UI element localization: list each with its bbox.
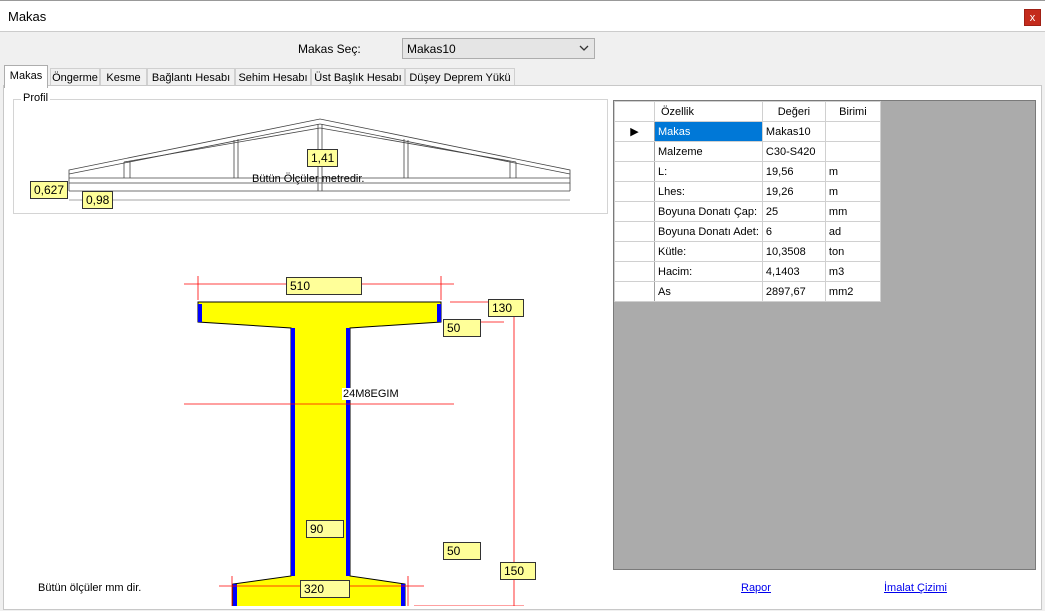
fabrication-drawing-link[interactable]: İmalat Çizimi	[884, 582, 947, 594]
section-bottom-taper-label: 50	[443, 542, 481, 560]
grid-header-unit[interactable]: Birimi	[824, 101, 881, 122]
grid-cell-unit[interactable]	[824, 121, 881, 142]
grid-cell-value[interactable]: 4,1403	[761, 261, 826, 282]
row-header	[614, 141, 655, 162]
truss-select-value: Makas10	[407, 42, 456, 56]
grid-cell-value[interactable]: 2897,67	[761, 281, 826, 302]
table-row[interactable]: Boyuna Donatı Çap: 25 mm	[614, 201, 881, 222]
profile-bottom-label: 0,98	[82, 191, 114, 209]
grid-cell-unit[interactable]: ad	[824, 221, 881, 242]
grid-cell-unit[interactable]: mm2	[824, 281, 881, 302]
table-row[interactable]: Boyuna Donatı Adet: 6 ad	[614, 221, 881, 242]
section-top-width-label: 510	[286, 277, 362, 295]
grid-cell-value[interactable]: 19,26	[761, 181, 826, 202]
row-header	[614, 181, 655, 202]
grid-cell-property[interactable]: Lhes:	[654, 181, 763, 202]
grid-cell-unit[interactable]: m	[824, 161, 881, 182]
window-title: Makas	[8, 9, 47, 24]
profile-top-height-label: 1,41	[307, 149, 339, 167]
grid-cell-value[interactable]: Makas10	[761, 121, 826, 142]
grid-cell-unit[interactable]	[824, 141, 881, 162]
grid-cell-value[interactable]: C30-S420	[761, 141, 826, 162]
grid-cell-unit[interactable]: m3	[824, 261, 881, 282]
grid-cell-property[interactable]: L:	[654, 161, 763, 182]
table-row[interactable]: Kütle: 10,3508 ton	[614, 241, 881, 262]
table-row[interactable]: ▶ Makas Makas10	[614, 121, 881, 142]
section-web-label: 90	[306, 520, 344, 538]
profile-units-note: Bütün Ölçüler metredir.	[252, 173, 365, 185]
profile-height-left-label: 0,627	[30, 181, 69, 199]
section-bottom-width-label: 320	[300, 580, 350, 598]
close-button[interactable]: x	[1024, 9, 1041, 26]
grid-cell-property[interactable]: Kütle:	[654, 241, 763, 262]
grid-cell-value[interactable]: 6	[761, 221, 826, 242]
row-header	[614, 221, 655, 242]
table-row[interactable]: L: 19,56 m	[614, 161, 881, 182]
row-header-corner	[614, 101, 655, 122]
profile-group: Profil 0,627 0,98 1,41 Bütün Ölçüler met…	[13, 92, 608, 214]
cross-section-drawing	[184, 276, 524, 606]
section-units-note: Bütün ölçüler mm dir.	[38, 582, 142, 594]
grid-cell-value[interactable]: 19,56	[761, 161, 826, 182]
row-header	[614, 281, 655, 302]
grid-header-row: Özellik Değeri Birimi	[614, 101, 881, 122]
grid-cell-property[interactable]: Boyuna Donatı Adet:	[654, 221, 763, 242]
row-header	[614, 261, 655, 282]
report-link[interactable]: Rapor	[741, 582, 771, 594]
row-header	[614, 201, 655, 222]
grid-cell-unit[interactable]: m	[824, 181, 881, 202]
grid-header-property[interactable]: Özellik	[654, 101, 763, 122]
truss-select-label: Makas Seç:	[298, 42, 361, 56]
grid-cell-property[interactable]: Malzeme	[654, 141, 763, 162]
grid-header-value[interactable]: Değeri	[761, 101, 826, 122]
section-top-height-label: 130	[488, 299, 524, 317]
grid-cell-property[interactable]: As	[654, 281, 763, 302]
properties-table: Özellik Değeri Birimi ▶ Makas Makas10 Ma…	[614, 101, 881, 302]
table-row[interactable]: As 2897,67 mm2	[614, 281, 881, 302]
section-top-taper-label: 50	[443, 319, 481, 337]
truss-select-dropdown[interactable]: Makas10	[402, 38, 595, 59]
client-area: Makas Seç: Makas10 Makas Öngerme Kesme B…	[0, 31, 1045, 611]
i-beam-section	[197, 301, 442, 606]
title-bar: Makas x	[0, 0, 1045, 31]
tab-page-makas: Profil 0,627 0,98 1,41 Bütün Ölçüler met…	[3, 85, 1042, 610]
grid-cell-property[interactable]: Makas	[654, 121, 763, 142]
table-row[interactable]: Lhes: 19,26 m	[614, 181, 881, 202]
grid-cell-value[interactable]: 25	[761, 201, 826, 222]
table-row[interactable]: Hacim: 4,1403 m3	[614, 261, 881, 282]
tab-makas[interactable]: Makas	[4, 65, 48, 88]
row-header	[614, 161, 655, 182]
section-name-label: 24M8EGIM	[342, 388, 400, 400]
grid-cell-unit[interactable]: ton	[824, 241, 881, 262]
chevron-down-icon	[579, 45, 589, 51]
row-header	[614, 241, 655, 262]
section-bottom-height-label: 150	[500, 562, 536, 580]
grid-cell-unit[interactable]: mm	[824, 201, 881, 222]
properties-grid[interactable]: Özellik Değeri Birimi ▶ Makas Makas10 Ma…	[613, 100, 1036, 570]
grid-cell-value[interactable]: 10,3508	[761, 241, 826, 262]
current-row-arrow-icon: ▶	[614, 121, 655, 142]
table-row[interactable]: Malzeme C30-S420	[614, 141, 881, 162]
grid-cell-property[interactable]: Hacim:	[654, 261, 763, 282]
grid-cell-property[interactable]: Boyuna Donatı Çap:	[654, 201, 763, 222]
